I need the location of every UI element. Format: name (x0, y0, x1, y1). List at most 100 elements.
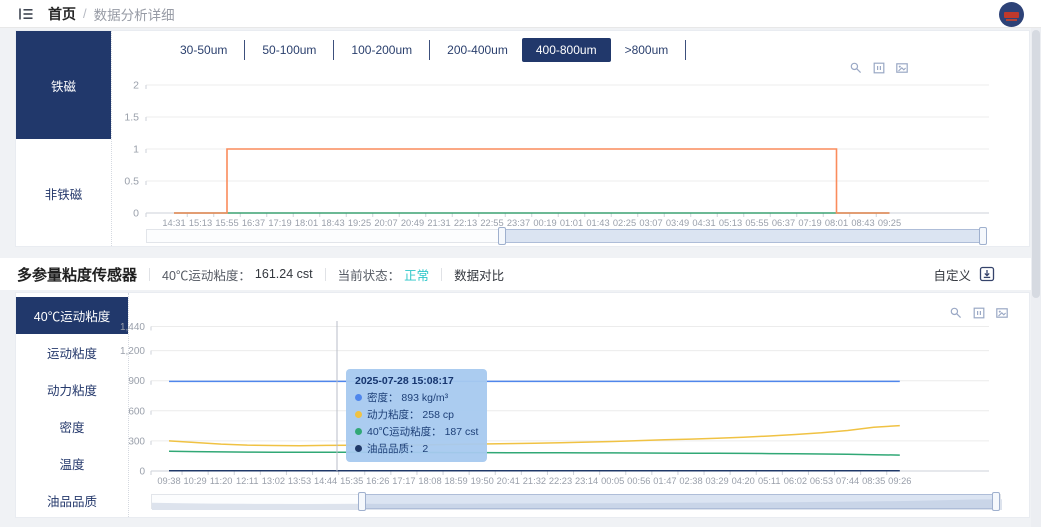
page-scrollbar[interactable] (1031, 28, 1041, 527)
sidebar-item-1[interactable]: 40℃运动粘度 (16, 297, 128, 334)
svg-text:20:49: 20:49 (401, 218, 424, 228)
sidebar-item-label: 温度 (59, 458, 85, 472)
sidebar-item-label: 非铁磁 (44, 188, 83, 202)
series-动力粘度 (168, 424, 900, 447)
svg-text:18:59: 18:59 (444, 476, 467, 486)
sidebar-item-1[interactable]: 铁磁 (16, 31, 111, 139)
size-tab-4[interactable]: 200-400um (433, 38, 522, 62)
tab-divider (333, 40, 335, 60)
svg-text:05:11: 05:11 (758, 476, 781, 486)
svg-text:00:56: 00:56 (627, 476, 650, 486)
svg-text:17:17: 17:17 (392, 476, 415, 486)
svg-text:1.5: 1.5 (124, 112, 139, 124)
svg-text:14:44: 14:44 (314, 476, 337, 486)
svg-text:10:29: 10:29 (183, 476, 206, 486)
tab-divider (429, 40, 431, 60)
sidebar-item-3[interactable]: 动力粘度 (16, 371, 128, 408)
svg-text:23:14: 23:14 (575, 476, 598, 486)
breadcrumb-current: 数据分析详细 (93, 7, 175, 23)
menu-fold-icon[interactable] (18, 6, 34, 22)
particle-sidebar: 铁磁 非铁磁 (16, 31, 112, 246)
svg-text:05:13: 05:13 (719, 218, 742, 228)
svg-text:600: 600 (128, 406, 145, 417)
svg-text:0: 0 (139, 467, 145, 478)
data-zoom-handle-right[interactable] (992, 492, 1000, 511)
customize-button[interactable]: 自定义 (933, 265, 971, 284)
data-zoom-window[interactable] (362, 494, 998, 509)
svg-text:1,440: 1,440 (120, 322, 145, 333)
size-tab-5[interactable]: 400-800um (521, 38, 611, 62)
user-avatar[interactable] (999, 2, 1024, 27)
sidebar-item-label: 铁磁 (50, 79, 76, 94)
tooltip-text: 动力粘度： 258 cp (367, 409, 454, 421)
ferromagnetic-chart[interactable]: 00.511.5214:31 15:13 15:55 16:37 17:19 18:01 1… (111, 61, 1016, 241)
breadcrumb-home[interactable]: 首页 (48, 4, 76, 24)
sidebar-item-label: 油品品质 (46, 495, 97, 509)
svg-text:1,200: 1,200 (120, 346, 145, 357)
page: 首页 / 数据分析详细 铁磁非铁磁 30-50um 50-100um 100-200… (0, 0, 1041, 527)
svg-text:20:07: 20:07 (374, 218, 397, 228)
svg-text:20:41: 20:41 (497, 476, 520, 486)
viscosity-chart[interactable]: 0 300 600 900 1,200 1,440 09:38 10:29 11:20 12:11… (116, 309, 1026, 499)
svg-text:15:13: 15:13 (189, 218, 212, 228)
svg-text:07:19: 07:19 (798, 218, 821, 228)
export-icon[interactable] (979, 266, 995, 282)
particle-panel: 铁磁非铁磁 30-50um 50-100um 100-200um 200-400um 4… (15, 30, 1030, 247)
size-tab-2[interactable]: 50-100um (248, 38, 330, 62)
tab-divider (244, 40, 246, 60)
series-dot-icon (355, 394, 362, 401)
sensor-title: 多参量粘度传感器 (17, 266, 138, 284)
viscosity-sidebar: 40℃运动粘度运动粘度动力粘度密度温度油品品质 (16, 293, 129, 517)
data-zoom-handle-left[interactable] (498, 227, 506, 245)
series-dot-icon (355, 411, 362, 418)
data-zoom-handle-right[interactable] (979, 227, 987, 245)
data-compare-link[interactable]: 数据对比 (454, 265, 504, 284)
svg-text:22:23: 22:23 (549, 476, 572, 486)
sidebar-item-2[interactable]: 运动粘度 (16, 334, 128, 371)
svg-text:16:37: 16:37 (242, 218, 265, 228)
svg-text:21:31: 21:31 (427, 218, 450, 228)
top-header: 首页 / 数据分析详细 (0, 0, 1041, 28)
divider (441, 267, 443, 281)
svg-text:16:26: 16:26 (366, 476, 389, 486)
svg-text:22:13: 22:13 (454, 218, 477, 228)
svg-text:03:07: 03:07 (639, 218, 662, 228)
divider (324, 267, 326, 281)
size-tab-6[interactable]: >800um (611, 38, 683, 62)
sidebar-item-6[interactable]: 油品品质 (16, 482, 128, 519)
svg-text:0.5: 0.5 (124, 176, 139, 188)
tooltip-item: 密度： 893 kg/m³ (355, 390, 478, 405)
tooltip-text: 油品品质： 2 (367, 443, 429, 455)
size-tab-1[interactable]: 30-50um (166, 38, 241, 62)
svg-text:14:31: 14:31 (162, 218, 185, 228)
series-dot-icon (355, 428, 362, 435)
svg-text:11:20: 11:20 (210, 476, 233, 486)
svg-text:06:53: 06:53 (810, 476, 833, 486)
sidebar-item-label: 运动粘度 (46, 347, 97, 361)
sidebar-item-4[interactable]: 密度 (16, 408, 128, 445)
svg-text:01:01: 01:01 (560, 218, 583, 228)
viscosity-panel: 40℃运动粘度 运动粘度 动力粘度 密度 温度 油品品质 0 300 600 900 1,200 1… (15, 292, 1030, 518)
data-zoom-slider-bottom[interactable] (151, 492, 1002, 511)
sidebar-item-label: 动力粘度 (46, 384, 97, 398)
sidebar-item-5[interactable]: 温度 (16, 445, 128, 482)
tooltip-timestamp: 2025-07-28 15:08:17 (355, 375, 454, 387)
svg-text:02:25: 02:25 (613, 218, 636, 228)
svg-text:01:43: 01:43 (586, 218, 609, 228)
svg-text:0: 0 (133, 208, 139, 220)
size-tab-3[interactable]: 100-200um (337, 38, 426, 62)
data-zoom-slider-top[interactable] (146, 227, 987, 245)
data-zoom-window[interactable] (502, 229, 985, 243)
avatar-logo (1004, 11, 1019, 18)
svg-text:15:55: 15:55 (215, 218, 238, 228)
svg-text:00:05: 00:05 (601, 476, 624, 486)
svg-text:09:26: 09:26 (888, 476, 911, 486)
status-label: 当前状态： (337, 268, 401, 283)
svg-text:1: 1 (133, 144, 139, 156)
scrollbar-thumb[interactable] (1032, 30, 1040, 298)
sidebar-item-2[interactable]: 非铁磁 (16, 139, 111, 248)
svg-text:900: 900 (128, 376, 145, 387)
svg-text:18:43: 18:43 (321, 218, 344, 228)
data-zoom-handle-left[interactable] (358, 492, 366, 511)
svg-text:18:01: 18:01 (295, 218, 318, 228)
